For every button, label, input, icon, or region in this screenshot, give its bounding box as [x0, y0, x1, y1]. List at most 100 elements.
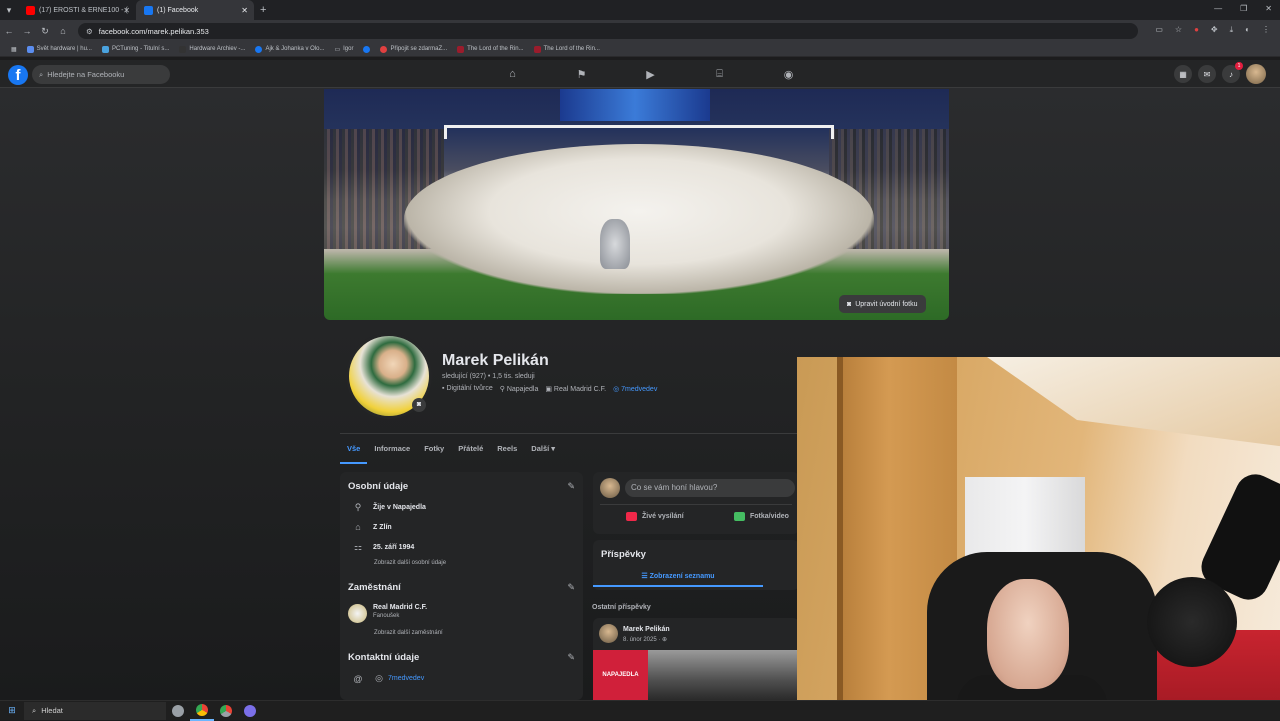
edit-pencil-icon[interactable]: ✎: [567, 481, 575, 492]
composer-input[interactable]: Co se vám honí hlavou?: [625, 479, 795, 497]
birthday-text: 25. září 1994: [373, 544, 415, 551]
tab-more[interactable]: Další ▾: [524, 438, 562, 464]
messenger-icon[interactable]: ✉: [1198, 65, 1216, 83]
meta-item: ⚲ Napajedla: [500, 385, 539, 393]
list-view-tab[interactable]: ☰ Zobrazení seznamu: [593, 572, 763, 580]
meta-instagram: 7medvedev: [621, 386, 658, 393]
hometown-text[interactable]: Z Zlín: [373, 524, 392, 531]
tab-friends[interactable]: Přátelé: [451, 438, 490, 464]
forward-icon[interactable]: →: [18, 26, 36, 36]
home-icon[interactable]: ⌂: [54, 26, 72, 36]
at-icon: @: [353, 673, 363, 684]
more-personal-link[interactable]: Zobrazit další osobní údaje: [374, 560, 446, 566]
globe-icon: ⊕: [662, 637, 668, 643]
meta-item[interactable]: ▣ Real Madrid C.F.: [545, 385, 606, 393]
cover-photo[interactable]: [324, 89, 949, 320]
tab-label: (17) EROSTI & ERNE100 - (: [39, 6, 128, 14]
live-video-button[interactable]: Živé vysílání: [626, 512, 684, 521]
menu-grid-icon[interactable]: ▦: [1174, 65, 1192, 83]
bookmark-item[interactable]: Připojit se zdarmaZ...: [375, 45, 452, 53]
more-employment-link[interactable]: Zobrazit další zaměstnání: [374, 630, 443, 636]
bookmark-item[interactable]: [358, 45, 375, 53]
bookmark-label: PCTuning - Titulní s...: [111, 46, 170, 52]
bookmark-star-icon[interactable]: ☆: [1175, 25, 1182, 35]
pages-nav-icon[interactable]: ⚑: [547, 60, 616, 88]
app-icon[interactable]: [166, 701, 190, 721]
lives-in-row: ⚲ Žije v Napajedla: [352, 502, 426, 513]
profile-icon[interactable]: ◐: [1245, 25, 1250, 35]
windows-start-icon[interactable]: ⊞: [0, 705, 24, 716]
menu-icon[interactable]: ⋮: [1262, 25, 1270, 35]
chrome-icon[interactable]: [190, 701, 214, 721]
bookmark-favicon-icon: [101, 45, 109, 53]
tab-label: (1) Facebook: [157, 6, 199, 14]
profile-stats[interactable]: sledující (927) • 1,5 tis. sleduji: [442, 373, 535, 380]
close-window-icon[interactable]: ✕: [1265, 4, 1272, 13]
meta-item[interactable]: ◎ 7medvedev: [613, 385, 657, 393]
tab-photos[interactable]: Fotky: [417, 438, 451, 464]
close-icon[interactable]: ✕: [123, 6, 130, 15]
video-nav-icon[interactable]: ▶: [616, 60, 685, 88]
notifications-icon[interactable]: ♪ 1: [1222, 62, 1243, 83]
discord-icon[interactable]: [238, 701, 262, 721]
tab-all[interactable]: Vše: [340, 438, 368, 464]
facebook-search-input[interactable]: ⌕ Hledejte na Facebooku: [32, 65, 170, 84]
home-nav-icon[interactable]: ⌂: [478, 60, 547, 88]
bookmark-item[interactable]: Hardware Archiev -...: [174, 45, 250, 53]
tab-list-icon[interactable]: ▾: [0, 5, 18, 16]
post-date[interactable]: 8. únor 2025 · ⊕: [623, 636, 667, 643]
close-icon[interactable]: ✕: [241, 6, 248, 15]
lives-in-text[interactable]: Žije v Napajedla: [373, 504, 426, 511]
edit-pencil-icon[interactable]: ✎: [567, 582, 575, 593]
minimize-icon[interactable]: —: [1214, 4, 1222, 13]
camera-icon[interactable]: ◙: [412, 398, 426, 412]
bookmark-item[interactable]: The Lord of the Rin...: [452, 45, 528, 53]
chrome-alt-icon[interactable]: [214, 701, 238, 721]
browser-toolbar-icons: ▭ ☆ ● ✥ ⤓ ◐ ⋮: [1155, 25, 1270, 35]
post-image-photo[interactable]: [648, 650, 799, 700]
site-info-icon[interactable]: ⚙: [86, 27, 93, 36]
bookmark-folder[interactable]: ▭ Igor: [329, 46, 358, 53]
new-tab-button[interactable]: +: [260, 4, 266, 16]
facebook-favicon-icon: [363, 45, 371, 53]
downloads-icon[interactable]: ⤓: [1230, 25, 1234, 35]
instagram-icon: ◎: [613, 386, 620, 393]
cast-icon[interactable]: ▭: [1155, 25, 1163, 35]
bookmark-item[interactable]: Svět hardware | hu...: [22, 45, 97, 53]
real-madrid-logo-icon: [348, 604, 367, 623]
post-composer: Co se vám honí hlavou? Živé vysílání Fot…: [593, 472, 799, 534]
gaming-nav-icon[interactable]: ◉: [754, 60, 823, 88]
apps-icon[interactable]: ▦: [6, 46, 22, 53]
extension-red-icon[interactable]: ●: [1194, 25, 1199, 35]
edit-pencil-icon[interactable]: ✎: [567, 652, 575, 663]
restore-icon[interactable]: ❐: [1240, 4, 1247, 13]
marketplace-nav-icon[interactable]: ⌸: [685, 60, 754, 88]
back-icon[interactable]: ←: [0, 26, 18, 36]
tab-reels[interactable]: Reels: [490, 438, 524, 464]
employment-item[interactable]: Real Madrid C.F. Fanoušek: [348, 604, 427, 623]
location-pin-icon: ⚲: [354, 502, 362, 512]
post-avatar[interactable]: [599, 624, 618, 643]
photo-video-button[interactable]: Fotka/video: [734, 512, 789, 521]
taskbar-search[interactable]: ⌕ Hledat: [24, 701, 166, 720]
bookmark-item[interactable]: The Lord of the Rin...: [529, 45, 605, 53]
instagram-link[interactable]: 7medvedev: [388, 675, 424, 682]
facebook-logo-icon[interactable]: f: [8, 65, 28, 85]
tab-youtube[interactable]: (17) EROSTI & ERNE100 - ( ✕: [18, 0, 136, 20]
extensions-icon[interactable]: ✥: [1211, 25, 1218, 35]
bookmark-item[interactable]: Ajk & Johanka v Olo...: [250, 45, 329, 53]
team-group: [404, 144, 874, 294]
tab-info[interactable]: Informace: [367, 438, 417, 464]
post-image-logo[interactable]: NAPAJEDLA: [593, 650, 648, 700]
meta-work: Real Madrid C.F.: [553, 386, 607, 393]
bookmark-label: Hardware Archiev -...: [189, 46, 246, 52]
tab-facebook[interactable]: (1) Facebook ✕: [136, 0, 254, 20]
post-author[interactable]: Marek Pelikán: [623, 626, 670, 633]
edit-cover-button[interactable]: ◙ Upravit úvodní fotku: [839, 295, 926, 313]
bookmark-item[interactable]: PCTuning - Titulní s...: [97, 45, 174, 53]
birthday-row: ⚏ 25. září 1994: [352, 542, 414, 553]
url-input[interactable]: ⚙ facebook.com/marek.pelikan.353: [78, 23, 1138, 39]
account-avatar[interactable]: [1246, 64, 1266, 84]
posts-card: Příspěvky ☰ Zobrazení seznamu: [593, 540, 799, 590]
reload-icon[interactable]: ↻: [36, 26, 54, 37]
